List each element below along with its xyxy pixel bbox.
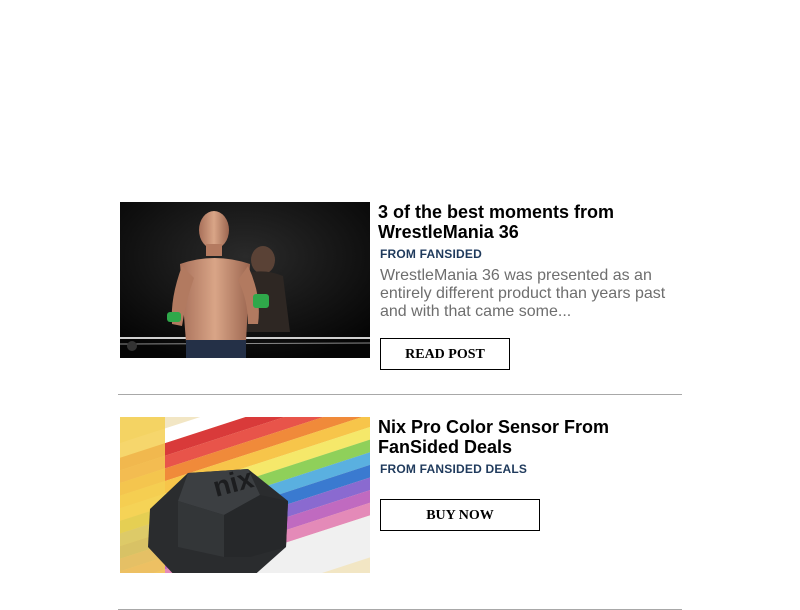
- post-thumbnail[interactable]: nix: [120, 417, 370, 573]
- post-title[interactable]: Nix Pro Color Sensor From FanSided Deals: [378, 417, 678, 457]
- post-info: Nix Pro Color Sensor From FanSided Deals…: [378, 415, 678, 531]
- post-source: FROM FANSIDED: [380, 247, 482, 261]
- color-sensor-photo: nix: [120, 417, 370, 573]
- post-card: 3 of the best moments from WrestleMania …: [118, 200, 682, 395]
- post-excerpt: WrestleMania 36 was presented as an enti…: [380, 267, 666, 320]
- content-feed: 3 of the best moments from WrestleMania …: [118, 200, 682, 610]
- read-post-button[interactable]: READ POST: [380, 338, 510, 370]
- post-thumbnail[interactable]: [120, 202, 370, 358]
- buy-now-button[interactable]: BUY NOW: [380, 499, 540, 531]
- wrestler-photo: [120, 202, 370, 358]
- post-title[interactable]: 3 of the best moments from WrestleMania …: [378, 202, 678, 242]
- post-source: FROM FANSIDED DEALS: [380, 462, 528, 476]
- post-card: nix Nix Pro Color Sensor From FanSided D…: [118, 415, 682, 610]
- post-info: 3 of the best moments from WrestleMania …: [378, 200, 678, 370]
